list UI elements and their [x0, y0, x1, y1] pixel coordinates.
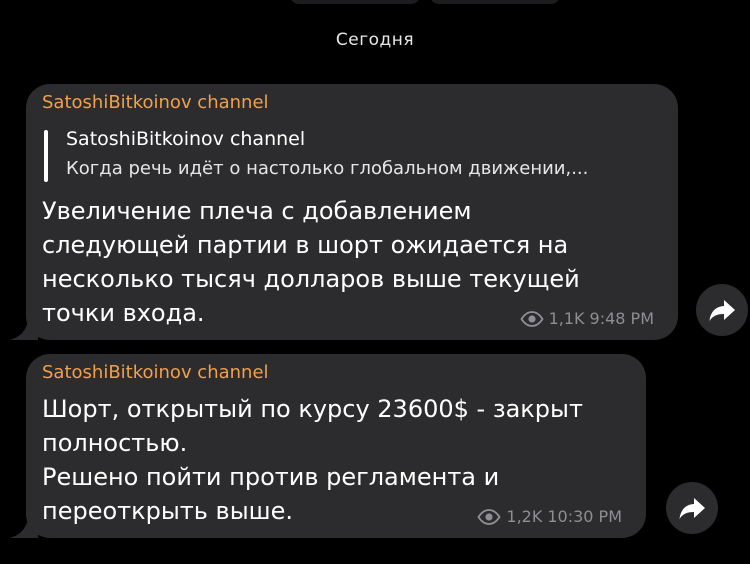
previous-message-edge [290, 0, 420, 4]
share-arrow-icon [678, 496, 706, 520]
previous-message-edge [430, 0, 560, 4]
eye-icon [477, 508, 501, 525]
share-button[interactable] [666, 482, 718, 534]
view-count: 1,2K [506, 507, 543, 526]
share-arrow-icon [708, 298, 736, 322]
message-bubble[interactable]: SatoshiBitkoinov channel Шорт, открытый … [26, 354, 646, 538]
reply-preview[interactable]: SatoshiBitkoinov channel Когда речь идёт… [44, 128, 664, 184]
message-time: 10:30 PM [547, 507, 622, 526]
message-time: 9:48 PM [589, 309, 654, 328]
share-button[interactable] [696, 284, 748, 336]
sender-name[interactable]: SatoshiBitkoinov channel [42, 92, 269, 113]
reply-author: SatoshiBitkoinov channel [66, 128, 306, 150]
view-count: 1,1K [548, 309, 585, 328]
sender-name[interactable]: SatoshiBitkoinov channel [42, 362, 269, 383]
reply-text: Когда речь идёт о настолько глобальном д… [66, 158, 589, 179]
eye-icon [520, 310, 544, 327]
message-text: Увеличение плеча с добавлением следующей… [42, 197, 580, 327]
message-meta: 1,2K 10:30 PM [477, 507, 622, 526]
message-bubble[interactable]: SatoshiBitkoinov channel SatoshiBitkoino… [26, 84, 678, 340]
reply-accent-bar [44, 130, 48, 182]
message-meta: 1,1K 9:48 PM [520, 309, 654, 328]
date-separator: Сегодня [335, 30, 415, 50]
